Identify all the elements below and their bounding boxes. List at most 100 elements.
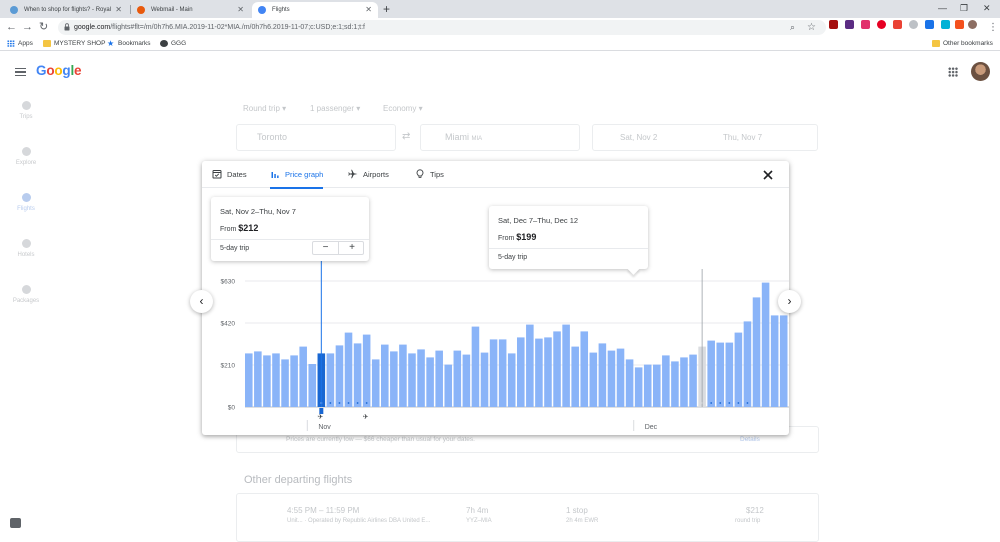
destination-field[interactable] [420, 124, 580, 151]
extension-store-icon[interactable] [861, 20, 870, 29]
price-bar[interactable] [562, 324, 570, 407]
price-bar[interactable] [662, 355, 670, 407]
price-bar[interactable] [598, 343, 607, 407]
price-bar[interactable] [770, 315, 779, 407]
price-bar[interactable] [734, 332, 743, 407]
extension-screen-icon[interactable] [925, 20, 934, 29]
price-bar[interactable] [308, 364, 317, 407]
price-bar[interactable] [616, 348, 625, 407]
address-bar[interactable]: google.com/flights#flt=/m/0h7h6.MIA.2019… [58, 20, 826, 35]
price-bar[interactable] [489, 339, 498, 407]
price-bar[interactable] [507, 353, 516, 407]
price-bar[interactable] [589, 352, 598, 407]
price-bar[interactable] [725, 342, 734, 407]
browser-tab-royal[interactable]: When to shop for flights? - Royal ✕ [4, 2, 128, 18]
price-bar[interactable] [344, 332, 353, 407]
price-bar[interactable] [254, 351, 262, 407]
extension-v-icon[interactable] [955, 20, 964, 29]
star-icon[interactable]: ☆ [807, 21, 816, 34]
price-bar[interactable] [371, 359, 380, 407]
main-menu-icon[interactable] [15, 68, 26, 76]
price-bar[interactable] [544, 337, 552, 407]
price-bar[interactable] [779, 315, 788, 407]
price-bar[interactable] [607, 350, 616, 407]
new-tab-icon[interactable]: + [383, 2, 390, 16]
extension-acrobat-icon[interactable] [829, 20, 838, 29]
price-bar[interactable] [498, 339, 507, 407]
price-bar[interactable] [680, 357, 688, 407]
price-bar[interactable] [480, 352, 489, 407]
extension-t-icon[interactable] [941, 20, 950, 29]
extension-pinterest-icon[interactable] [877, 20, 886, 29]
price-bar[interactable] [625, 359, 634, 407]
price-bar[interactable] [290, 355, 298, 407]
zoom-icon[interactable]: ⌕ [790, 21, 795, 34]
bookmark-ggg[interactable]: GGG [160, 37, 186, 51]
price-bar[interactable] [671, 361, 679, 407]
chevron-left-icon[interactable]: ‹ [190, 290, 213, 313]
price-bar[interactable] [326, 353, 335, 407]
price-bar[interactable] [281, 359, 289, 407]
price-bar[interactable] [353, 343, 362, 407]
passenger-select[interactable]: 1 passenger ▾ [310, 104, 360, 113]
browser-tab-flights[interactable]: Flights ✕ [252, 2, 378, 18]
price-bar[interactable] [752, 297, 761, 407]
extension-r-icon[interactable] [845, 20, 854, 29]
maximize-icon[interactable]: ❐ [960, 2, 968, 14]
price-bar[interactable] [689, 354, 697, 407]
cabin-select[interactable]: Economy ▾ [383, 104, 423, 113]
minimize-icon[interactable]: — [938, 2, 947, 14]
price-bar[interactable] [381, 344, 389, 407]
price-bar[interactable] [335, 345, 344, 407]
price-bar[interactable] [390, 351, 398, 407]
reload-icon[interactable]: ↻ [39, 21, 48, 34]
window-close-icon[interactable]: ✕ [983, 2, 991, 14]
google-apps-icon[interactable] [948, 67, 958, 77]
nav-item-explore[interactable]: Explore [0, 147, 52, 166]
price-bar[interactable] [435, 350, 443, 407]
price-bar[interactable] [417, 349, 425, 407]
forward-icon[interactable]: → [22, 21, 33, 34]
price-bar[interactable] [526, 324, 534, 407]
price-bar[interactable] [634, 367, 643, 407]
price-bar[interactable] [761, 282, 770, 407]
price-bar[interactable] [272, 353, 280, 407]
price-insight-details-link[interactable]: Details [740, 436, 760, 443]
bookmark-mystery-shop[interactable]: MYSTERY SHOP [43, 37, 105, 51]
bookmark-other[interactable]: Other bookmarks [932, 37, 993, 51]
price-bar[interactable] [571, 346, 579, 407]
price-bar[interactable] [408, 353, 416, 407]
tab-close-icon[interactable]: ✕ [365, 2, 372, 18]
price-bar[interactable] [426, 357, 434, 407]
price-bar[interactable] [444, 364, 453, 407]
price-bar[interactable] [716, 342, 725, 407]
price-bar[interactable] [535, 338, 543, 407]
price-bar[interactable] [471, 326, 480, 407]
chevron-right-icon[interactable]: › [778, 290, 801, 313]
nav-item-packages[interactable]: Packages [0, 285, 52, 304]
price-bar[interactable] [580, 331, 589, 407]
price-bar[interactable] [462, 354, 471, 407]
price-bar[interactable] [517, 337, 525, 407]
google-logo[interactable]: Google [36, 63, 82, 78]
back-icon[interactable]: ← [6, 21, 17, 34]
price-bar[interactable] [643, 364, 652, 407]
trip-type-select[interactable]: Round trip ▾ [243, 104, 286, 113]
price-bar[interactable] [263, 355, 271, 407]
decrease-trip-length-button[interactable]: − [313, 242, 339, 254]
price-bar[interactable] [743, 321, 752, 407]
price-bar[interactable] [362, 334, 371, 407]
extension-circle-icon[interactable] [909, 20, 918, 29]
price-bar[interactable] [653, 364, 661, 407]
nav-item-trips[interactable]: Trips [0, 101, 52, 120]
profile-avatar-icon[interactable] [968, 20, 977, 29]
price-bar[interactable] [707, 340, 715, 407]
browser-tab-webmail[interactable]: Webmail - Main ✕ [131, 2, 250, 18]
chrome-menu-icon[interactable]: ⋮ [988, 21, 998, 34]
increase-trip-length-button[interactable]: + [339, 242, 365, 254]
price-bar[interactable] [245, 353, 253, 407]
feedback-icon[interactable] [10, 518, 21, 528]
nav-item-flights[interactable]: Flights [0, 193, 52, 212]
swap-icon[interactable]: ⇄ [402, 131, 410, 142]
bookmark-apps[interactable]: Apps [7, 37, 33, 51]
